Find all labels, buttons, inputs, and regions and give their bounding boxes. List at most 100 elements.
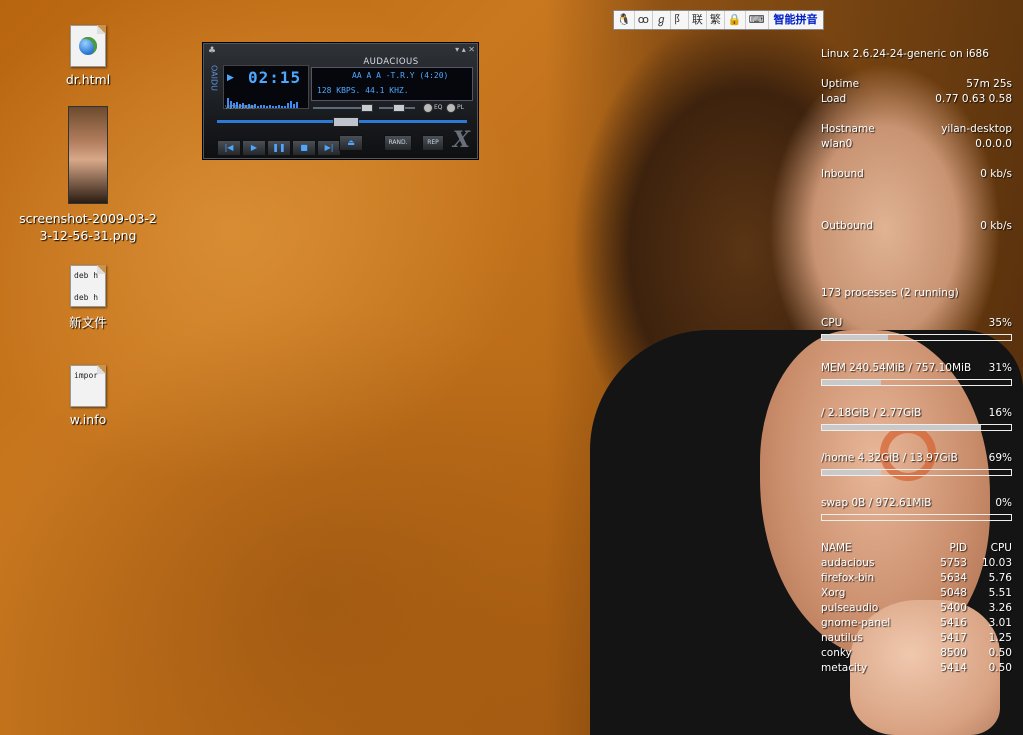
uptime-row: Uptime 57m 25s (821, 78, 1012, 90)
eq-label: EQ (434, 104, 443, 111)
fullwidth-icon[interactable]: ℊ (653, 11, 671, 29)
desktop-icon-new-file[interactable]: deb h deb h 新文件 (18, 265, 158, 331)
process-pid: 5414 (940, 662, 967, 674)
cpu-bar-fill (822, 335, 889, 340)
time-display[interactable]: ▶ 02:15 (223, 65, 309, 109)
vertical-label-text: OAIDU (209, 65, 219, 92)
eject-button[interactable]: ⏏ (339, 135, 363, 151)
process-cpu: 0.50 (988, 647, 1012, 659)
tux-icon[interactable]: 🐧 (614, 11, 635, 29)
process-cpu: 0.50 (988, 662, 1012, 674)
file-preview-line: deb h (74, 271, 99, 280)
process-name: metacity (821, 662, 868, 674)
desktop-icon-screenshot[interactable]: screenshot-2009-03-23-12-56-31.png (18, 106, 158, 244)
process-cpu: 1.25 (988, 632, 1012, 644)
root-fs-bar-fill (822, 425, 981, 430)
text-file-icon: impor (70, 365, 106, 407)
screenshot-filename: screenshot-2009-03-23-12-56-31.png (19, 211, 157, 243)
process-name: firefox-bin (821, 572, 875, 584)
globe-icon (79, 37, 97, 55)
elapsed-time: 02:15 (248, 68, 302, 87)
pl-toggle[interactable] (446, 103, 456, 113)
play-indicator-icon: ▶ (227, 73, 234, 83)
process-name: conky (821, 647, 852, 659)
window-buttons[interactable]: ▾ ▴ ✕ (455, 45, 475, 54)
pause-button[interactable]: ❚❚ (267, 140, 291, 156)
desktop-icon-label: 新文件 (69, 315, 107, 330)
file-preview-line: impor (74, 371, 99, 380)
html-file-icon (70, 25, 106, 67)
process-row: Xorg 5048 5.51 (821, 587, 1012, 601)
process-row: nautilus 5417 1.25 (821, 632, 1012, 646)
playback-controls: |◀ ▶ ❚❚ ■ ▶| (217, 135, 342, 156)
process-row: firefox-bin 5634 5.76 (821, 572, 1012, 586)
song-title: AA A A -T.R.Y (4:20) (352, 71, 449, 80)
process-cpu: 3.01 (988, 617, 1012, 629)
process-pid: 5634 (940, 572, 967, 584)
traditional-icon[interactable]: 繁 (707, 11, 725, 29)
cpu-bar (821, 334, 1012, 341)
swap-row: swap 0B / 972.61MiB 0% (821, 497, 1012, 509)
process-row: metacity 5414 0.50 (821, 662, 1012, 676)
home-fs-bar (821, 469, 1012, 476)
process-cpu: 5.76 (988, 572, 1012, 584)
root-fs-bar (821, 424, 1012, 431)
audacious-player[interactable]: ▾ ▴ ✕ ♣ OAIDU ▶ 02:15 VIZ DISPLAY AUDACI… (202, 42, 479, 160)
eq-toggle[interactable] (423, 103, 433, 113)
system-info: Linux 2.6.24-24-generic on i686 (821, 48, 989, 60)
menu-icon[interactable]: ♣ (208, 46, 216, 56)
ime-toolbar: 🐧 ꝏ ℊ 阝 联 繁 🔒 ⌨ 智能拼音 (613, 10, 824, 30)
desktop-icon-w-info[interactable]: impor w.info (18, 365, 158, 427)
inbound-row: Inbound 0 kb/s (821, 168, 1012, 180)
soft-keyboard-toggle-icon[interactable]: 阝 (671, 11, 689, 29)
process-cpu: 5.51 (988, 587, 1012, 599)
bitrate-info: 128 KBPS. 44.1 KHZ. (317, 86, 409, 95)
lock-icon[interactable]: 🔒 (725, 11, 746, 29)
interface-row: wlan0 0.0.0.0 (821, 138, 1012, 150)
visualizer (227, 89, 305, 108)
desktop-icon-label: dr.html (65, 72, 111, 87)
process-cpu: 3.26 (988, 602, 1012, 614)
vertical-brand-label: OAIDU (209, 65, 219, 93)
load-row: Load 0.77 0.63 0.58 (821, 93, 1012, 105)
repeat-button[interactable]: REP (422, 135, 444, 151)
process-name: audacious (821, 557, 875, 569)
mem-bar (821, 379, 1012, 386)
association-icon[interactable]: 联 (689, 11, 707, 29)
keyboard-icon[interactable]: ⌨ (746, 11, 769, 29)
process-row: gnome-panel 5416 3.01 (821, 617, 1012, 631)
process-name: nautilus (821, 632, 863, 644)
process-cpu: 10.03 (981, 557, 1012, 569)
ime-name[interactable]: 智能拼音 (769, 11, 823, 29)
punctuation-icon[interactable]: ꝏ (635, 11, 653, 29)
process-table-header: NAME PID CPU (821, 542, 1012, 554)
process-pid: 8500 (940, 647, 967, 659)
shuffle-button[interactable]: RAND. (384, 135, 412, 151)
play-button[interactable]: ▶ (242, 140, 266, 156)
player-title: AUDACIOUS (363, 57, 419, 67)
cpu-row: CPU 35% (821, 317, 1012, 329)
image-thumbnail-icon (68, 106, 108, 204)
process-row: audacious 5753 10.03 (821, 557, 1012, 571)
stop-button[interactable]: ■ (292, 140, 316, 156)
seek-knob[interactable] (333, 117, 359, 127)
next-button[interactable]: ▶| (317, 140, 341, 156)
process-pid: 5417 (940, 632, 967, 644)
process-row: conky 8500 0.50 (821, 647, 1012, 661)
volume-knob[interactable] (361, 104, 373, 112)
process-name: gnome-panel (821, 617, 891, 629)
mem-row: MEM 240.54MiB / 757.10MiB 31% (821, 362, 1012, 374)
previous-button[interactable]: |◀ (217, 140, 241, 156)
process-pid: 5400 (940, 602, 967, 614)
home-fs-bar-fill (822, 470, 881, 475)
desktop-icon-label: screenshot-2009-03-23-12-56-31.png (18, 210, 158, 244)
home-fs-row: /home 4.32GiB / 13.97GiB 69% (821, 452, 1012, 464)
process-pid: 5753 (940, 557, 967, 569)
text-file-icon: deb h deb h (70, 265, 106, 307)
process-count: 173 processes (2 running) (821, 287, 959, 299)
balance-knob[interactable] (393, 104, 405, 112)
desktop-icon-dr-html[interactable]: dr.html (18, 25, 158, 87)
song-info-panel: AA A A -T.R.Y (4:20) 128 KBPS. 44.1 KHZ. (311, 67, 473, 101)
skin-x-logo: X (452, 127, 470, 153)
mem-bar-fill (822, 380, 881, 385)
